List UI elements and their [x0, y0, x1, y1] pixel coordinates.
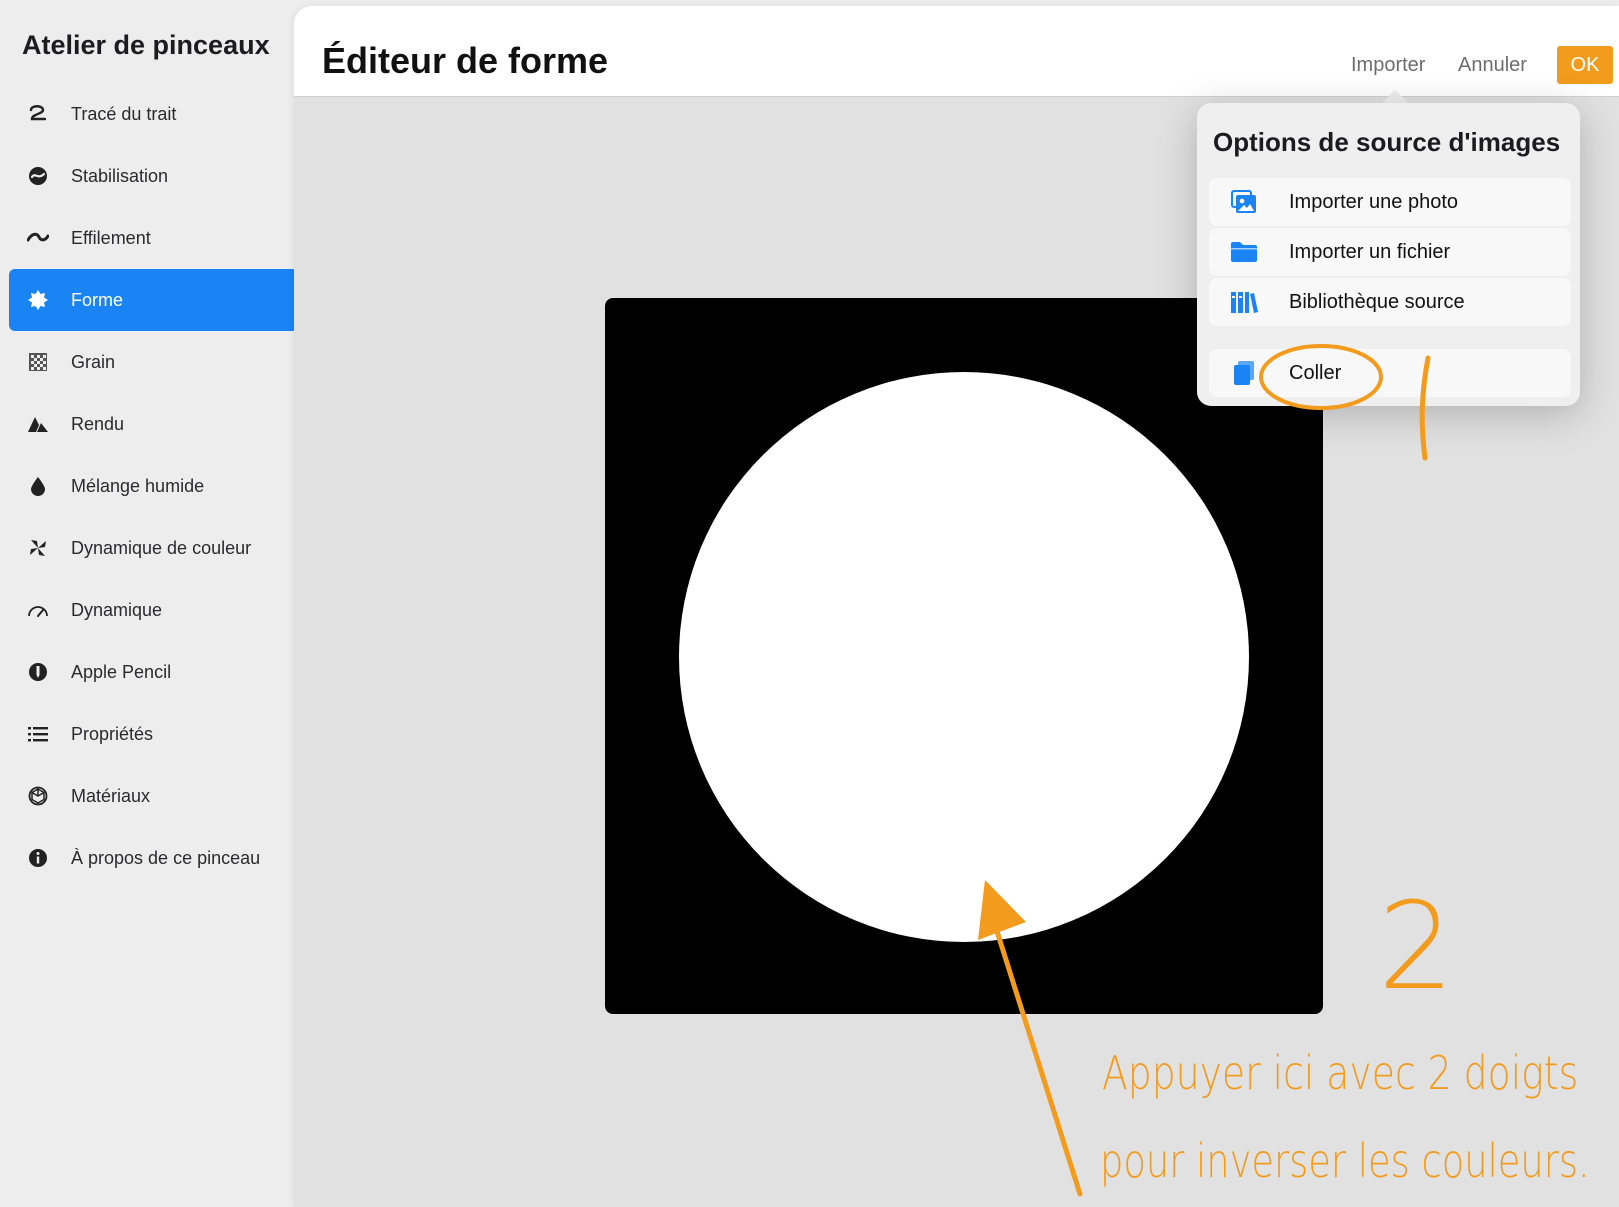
annotation-line-2: pour inverser les couleurs.: [1100, 1134, 1590, 1188]
sidebar-item-label: Matériaux: [71, 785, 151, 806]
import-photo-label: Importer une photo: [1289, 190, 1458, 213]
sidebar-item-label: Rendu: [71, 413, 125, 434]
sidebar-item-taper[interactable]: Effilement: [9, 207, 294, 269]
paste-option[interactable]: Coller: [1209, 349, 1571, 397]
sidebar-item-properties[interactable]: Propriétés: [9, 703, 294, 765]
image-source-popover: Options de source d'images Importer une …: [1197, 103, 1580, 406]
popover-arrow: [1381, 90, 1409, 104]
source-library-option[interactable]: Bibliothèque source: [1209, 278, 1571, 326]
sidebar-item-label: Dynamique de couleur: [71, 537, 252, 558]
dynamics-icon: [27, 599, 49, 621]
grain-icon: [27, 351, 49, 373]
sidebar: Atelier de pinceaux Tracé du trait Stabi…: [0, 0, 300, 1207]
wet-mix-icon: [27, 475, 49, 497]
import-file-option[interactable]: Importer un fichier: [1209, 228, 1571, 276]
sidebar-item-shape[interactable]: Forme: [9, 269, 294, 331]
sidebar-item-label: Grain: [71, 351, 116, 372]
color-dynamics-icon: [27, 537, 49, 559]
ok-button[interactable]: OK: [1557, 46, 1613, 84]
sidebar-item-label: À propos de ce pinceau: [71, 847, 261, 868]
materials-icon: [27, 785, 49, 807]
top-bar: Éditeur de forme Importer Annuler OK: [294, 6, 1619, 97]
sidebar-item-about[interactable]: À propos de ce pinceau: [9, 827, 294, 889]
sidebar-item-rendering[interactable]: Rendu: [9, 393, 294, 455]
import-photo-option[interactable]: Importer une photo: [1209, 178, 1571, 226]
annotation-line-1: Appuyer ici avec 2 doigts: [1102, 1046, 1579, 1100]
sidebar-item-materials[interactable]: Matériaux: [9, 765, 294, 827]
stabilization-icon: [27, 165, 49, 187]
about-icon: [27, 847, 49, 869]
step2-number: 2: [1378, 878, 1455, 1017]
sidebar-item-wet-mix[interactable]: Mélange humide: [9, 455, 294, 517]
library-icon: [1229, 288, 1259, 316]
apple-pencil-icon: [27, 661, 49, 683]
rendering-icon: [27, 413, 49, 435]
sidebar-item-label: Effilement: [71, 227, 151, 248]
sidebar-item-apple-pencil[interactable]: Apple Pencil: [9, 641, 294, 703]
folder-icon: [1229, 238, 1259, 266]
paste-icon: [1229, 359, 1259, 387]
source-library-label: Bibliothèque source: [1289, 290, 1465, 313]
import-file-label: Importer un fichier: [1289, 240, 1451, 263]
stroke-path-icon: [27, 103, 49, 125]
paste-label: Coller: [1289, 361, 1342, 384]
sidebar-item-label: Dynamique: [71, 599, 163, 620]
cancel-button[interactable]: Annuler: [1458, 54, 1527, 77]
sidebar-item-label: Stabilisation: [71, 165, 169, 186]
sidebar-item-label: Apple Pencil: [71, 661, 172, 682]
shape-preview-circle: [679, 372, 1249, 942]
sidebar-title: Atelier de pinceaux: [22, 30, 270, 60]
sidebar-item-stroke-path[interactable]: Tracé du trait: [9, 83, 294, 145]
sidebar-item-grain[interactable]: Grain: [9, 331, 294, 393]
shape-icon: [27, 289, 49, 311]
taper-icon: [27, 227, 49, 249]
import-button[interactable]: Importer: [1351, 54, 1425, 77]
sidebar-item-color-dynamics[interactable]: Dynamique de couleur: [9, 517, 294, 579]
sidebar-item-stabilization[interactable]: Stabilisation: [9, 145, 294, 207]
popover-title: Options de source d'images: [1213, 127, 1561, 157]
page-title: Éditeur de forme: [322, 40, 609, 81]
sidebar-item-label: Propriétés: [71, 723, 154, 744]
properties-icon: [27, 723, 49, 745]
sidebar-item-label: Mélange humide: [71, 475, 205, 496]
sidebar-item-label: Tracé du trait: [71, 103, 177, 124]
photo-icon: [1229, 188, 1259, 216]
sidebar-nav: Tracé du trait Stabilisation Effilement …: [9, 83, 294, 889]
sidebar-item-label: Forme: [71, 289, 124, 310]
sidebar-item-dynamics[interactable]: Dynamique: [9, 579, 294, 641]
